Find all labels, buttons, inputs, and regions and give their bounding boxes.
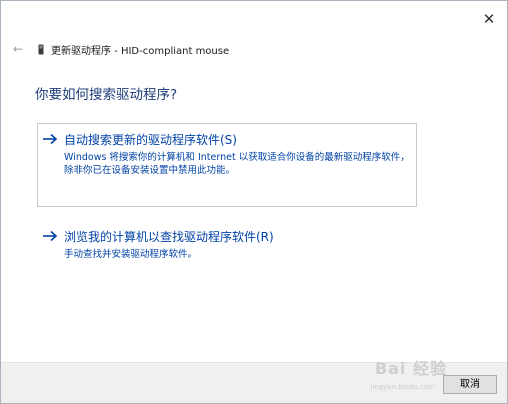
browse-computer-option-description: 手动查找并安装驱动程序软件。 — [64, 249, 198, 260]
auto-search-option-header: 自动搜索更新的驱动程序软件(S) — [42, 130, 416, 148]
page-heading: 你要如何搜索驱动程序? — [35, 87, 178, 103]
update-driver-dialog: ✕ ← 更新驱动程序 - HID-compliant mouse 你要如何搜索驱… — [0, 0, 508, 404]
dialog-title: 更新驱动程序 - HID-compliant mouse — [51, 45, 230, 57]
arrow-right-icon — [42, 133, 58, 145]
mouse-device-icon — [37, 43, 45, 55]
browse-computer-option-title: 浏览我的计算机以查找驱动程序软件(R) — [64, 229, 274, 244]
watermark-url: jingyan.baidu.com — [370, 383, 435, 391]
cancel-button[interactable]: 取消 — [443, 375, 497, 394]
auto-search-option-title: 自动搜索更新的驱动程序软件(S) — [64, 132, 237, 147]
browse-computer-option-header: 浏览我的计算机以查找驱动程序软件(R) — [42, 227, 417, 245]
back-arrow-icon[interactable]: ← — [13, 42, 29, 56]
close-icon[interactable]: ✕ — [481, 11, 497, 27]
auto-search-option[interactable]: 自动搜索更新的驱动程序软件(S) Windows 将搜索你的计算机和 Inter… — [37, 123, 417, 207]
auto-search-option-description: Windows 将搜索你的计算机和 Internet 以获取适合你设备的最新驱动… — [64, 152, 410, 176]
browse-computer-option[interactable]: 浏览我的计算机以查找驱动程序软件(R) 手动查找并安装驱动程序软件。 — [37, 223, 417, 269]
watermark: Bai 经验 — [374, 359, 447, 378]
dialog-title-bar: ← 更新驱动程序 - HID-compliant mouse — [13, 42, 230, 57]
arrow-right-icon — [42, 230, 58, 242]
